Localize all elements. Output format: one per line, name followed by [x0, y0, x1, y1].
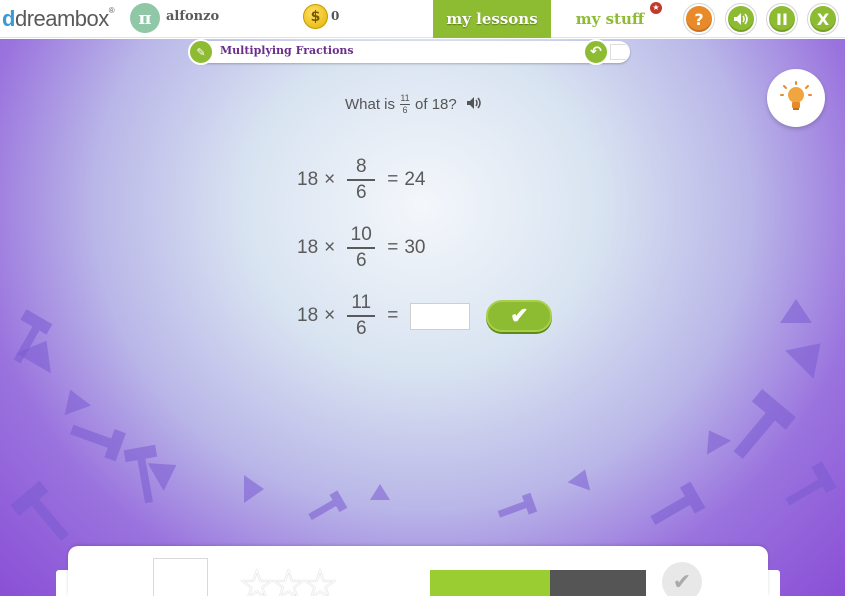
star-badge-icon: ★ — [650, 2, 662, 14]
close-button[interactable]: X — [807, 3, 839, 35]
equation-left: 18 — [297, 169, 319, 190]
help-button[interactable]: ? — [683, 3, 715, 35]
equation-row: 18 × 8 6 = 24 — [297, 155, 426, 205]
submit-check-button[interactable]: ✔ — [486, 300, 553, 332]
lesson-icon: ✎ — [188, 39, 214, 65]
footer-card — [153, 558, 208, 596]
hammer-decoration — [733, 389, 796, 459]
avatar[interactable]: π — [130, 3, 160, 33]
fraction-denominator: 6 — [355, 250, 367, 271]
equation-result: 30 — [404, 237, 426, 258]
coin-count: 0 — [331, 9, 340, 23]
question-frac-den: 6 — [402, 104, 408, 115]
triangle-decoration — [785, 329, 835, 379]
triangle-decoration — [370, 484, 390, 500]
triangle-decoration — [567, 465, 597, 491]
question-fraction: 11 6 — [400, 92, 411, 115]
tab-my-stuff[interactable]: my stuff — [555, 0, 665, 38]
read-aloud-speaker-icon[interactable] — [466, 96, 484, 113]
top-bar: ddreambox® π alfonzo $ 0 my lessons my s… — [0, 0, 845, 38]
question-prompt: What is 11 6 of 18? — [345, 91, 484, 117]
sound-button[interactable] — [725, 3, 757, 35]
hammer-decoration — [785, 461, 837, 506]
lightbulb-icon — [780, 81, 812, 110]
question-suffix: of 18? — [415, 95, 457, 113]
progress-bar-filled — [430, 570, 550, 596]
question-prefix: What is — [345, 95, 396, 113]
fraction-numerator: 8 — [355, 156, 367, 177]
progress-bar-empty — [550, 570, 646, 596]
tab-my-lessons[interactable]: my lessons — [433, 0, 551, 38]
equation-left: 18 — [297, 237, 319, 258]
times-sign: × — [324, 169, 336, 190]
coin-icon: $ — [303, 4, 328, 29]
banner-flag — [610, 44, 626, 60]
progress-footer: ☆☆☆ ✔ — [68, 546, 768, 596]
equals-sign: = — [387, 237, 399, 258]
hammer-decoration — [308, 490, 348, 521]
hammer-decoration — [123, 444, 158, 504]
times-sign: × — [324, 305, 336, 326]
hammer-decoration — [497, 492, 538, 518]
equation-result: 24 — [404, 169, 426, 190]
equals-sign: = — [387, 169, 399, 190]
equation-left: 18 — [297, 305, 319, 326]
hint-button[interactable] — [767, 69, 825, 127]
speaker-icon — [734, 13, 748, 25]
completion-check-icon: ✔ — [662, 562, 702, 596]
dreambox-logo: ddreambox® — [2, 6, 115, 31]
stars-rating: ☆☆☆ — [238, 560, 339, 596]
triangle-decoration — [244, 475, 264, 503]
fraction-numerator: 11 — [351, 292, 372, 313]
equation-row: 18 × 11 6 = ✔ — [297, 291, 553, 341]
logo-text: dreambox — [14, 6, 109, 31]
fraction-denominator: 6 — [355, 182, 367, 203]
lesson-banner: ✎ Multiplying Fractions ↶ — [188, 39, 630, 65]
hammer-decoration — [650, 481, 706, 525]
equation-fraction: 8 6 — [347, 156, 376, 203]
equation-row: 18 × 10 6 = 30 — [297, 223, 426, 273]
lesson-title: Multiplying Fractions — [220, 44, 354, 57]
equation-fraction: 10 6 — [347, 224, 376, 271]
pause-button[interactable]: II — [766, 3, 798, 35]
question-frac-num: 11 — [400, 92, 410, 103]
username: alfonzo — [166, 9, 220, 24]
hammer-decoration — [13, 309, 53, 364]
fraction-numerator: 10 — [350, 224, 372, 245]
times-sign: × — [324, 237, 336, 258]
fraction-denominator: 6 — [355, 318, 367, 339]
triangle-decoration — [780, 299, 812, 323]
lesson-stage: ✎ Multiplying Fractions ↶ What is 11 6 o — [0, 39, 845, 596]
hammer-decoration — [10, 480, 69, 541]
back-button[interactable]: ↶ — [583, 39, 609, 65]
answer-input[interactable] — [410, 302, 471, 330]
equals-sign: = — [387, 305, 399, 326]
equation-fraction: 11 6 — [347, 292, 376, 339]
